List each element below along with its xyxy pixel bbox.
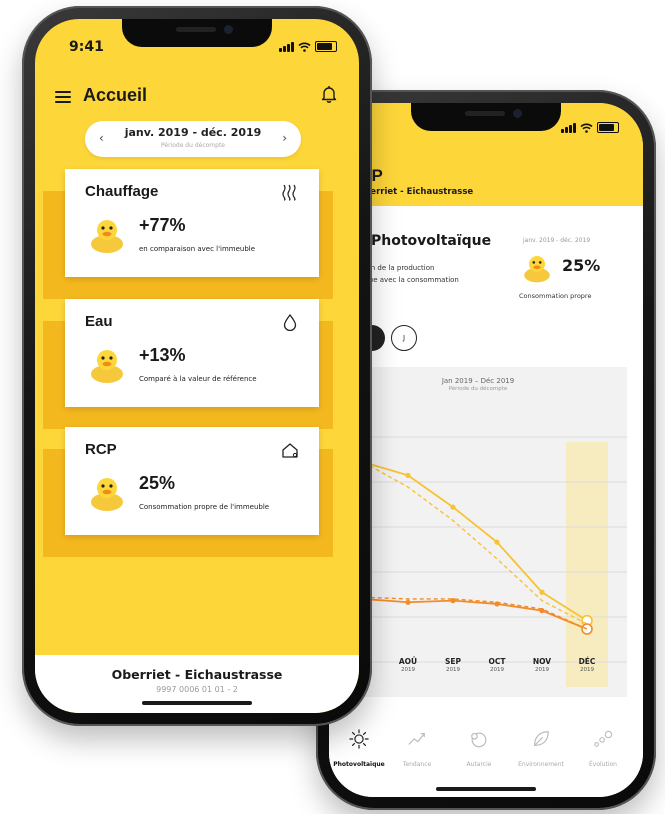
x-tick-month: NOV — [532, 657, 552, 666]
house-plug-icon — [282, 443, 298, 458]
property-id: 9997 0006 01 01 - 2 — [156, 685, 238, 694]
card-eau[interactable]: Eau +13% Comparé à la valeur de référenc… — [65, 299, 319, 407]
duck-icon — [524, 256, 550, 283]
data-point[interactable] — [581, 623, 593, 635]
x-tick-month: AOÛ — [398, 657, 418, 666]
period-sublabel: Période du décompte — [161, 142, 225, 149]
wifi-icon — [580, 123, 593, 133]
evolution-icon — [594, 730, 613, 747]
rcp-subtitle: Oberriet - Eichaustrasse — [357, 187, 474, 197]
property-name: Oberriet - Eichaustrasse — [111, 667, 283, 682]
card-title: Chauffage — [85, 183, 159, 200]
nav-label: Autarcie — [466, 761, 492, 768]
card-value: +77% — [139, 215, 186, 235]
bell-icon[interactable] — [321, 85, 337, 103]
photovoltaic-title: Photovoltaïque — [371, 233, 492, 249]
wifi-icon — [298, 42, 311, 52]
x-tick-month: OCT — [488, 657, 506, 666]
card-value: 25% — [139, 473, 176, 493]
photovoltaic-value: 25% — [562, 256, 601, 275]
signal-icon — [561, 123, 576, 133]
duck-icon — [91, 478, 123, 511]
x-tick-label: DÉC 2019 — [567, 657, 607, 673]
nav-label: Tendance — [402, 761, 432, 768]
nav-label: Environnement — [518, 761, 564, 768]
bottom-nav: Photovoltaïque Tendance Autarcie Environ… — [329, 721, 643, 797]
card-subtitle: en comparaison avec l'immeuble — [139, 245, 256, 253]
back-screen: 1 RCP Oberriet - Eichaustrasse — [329, 103, 643, 797]
chart-plot — [329, 436, 627, 687]
chevron-right-icon[interactable]: › — [282, 131, 287, 145]
card-rcp[interactable]: RCP 25% Consommation propre de l'immeubl… — [65, 427, 319, 535]
x-tick-label: SEP 2019 — [433, 657, 473, 673]
notch — [122, 19, 272, 47]
data-point[interactable] — [539, 589, 545, 595]
x-tick-label: NOV 2019 — [522, 657, 562, 673]
x-tick-year: 2019 — [580, 667, 594, 673]
data-point[interactable] — [494, 539, 500, 545]
signal-icon — [279, 42, 294, 52]
hamburger-icon[interactable] — [55, 91, 71, 103]
card-subtitle: Consommation propre de l'immeuble — [139, 503, 270, 511]
card-value: +13% — [139, 345, 186, 365]
x-tick-month: SEP — [444, 657, 462, 666]
period-label: janv. 2019 - déc. 2019 — [124, 126, 262, 139]
x-tick-year: 2019 — [490, 667, 504, 673]
leaf-icon — [534, 731, 549, 746]
nav-label: Photovoltaïque — [333, 761, 385, 768]
period-selector[interactable]: ‹ janv. 2019 - déc. 2019 Période du déco… — [85, 121, 301, 157]
x-tick-year: 2019 — [535, 667, 549, 673]
photovoltaic-value-label: Consommation propre — [519, 292, 592, 300]
phone-front: 9:41 Accueil ‹ janv. 2019 - déc. 2019 Pé… — [22, 6, 372, 726]
data-point[interactable] — [405, 472, 411, 478]
photovoltaic-period: janv. 2019 - déc. 2019 — [523, 237, 591, 244]
duck-icon — [91, 350, 123, 383]
autarky-icon — [471, 732, 487, 748]
toggle-day[interactable]: J — [391, 325, 417, 351]
property-footer[interactable]: Oberriet - Eichaustrasse 9997 0006 01 01… — [35, 655, 359, 713]
home-indicator[interactable] — [142, 701, 252, 705]
battery-icon — [315, 41, 337, 52]
nav-autarcie[interactable]: Autarcie — [449, 729, 509, 768]
home-indicator[interactable] — [436, 787, 536, 791]
card-subtitle: Comparé à la valeur de référence — [139, 375, 257, 383]
nav-photovoltaique[interactable]: Photovoltaïque — [329, 729, 389, 768]
data-point[interactable] — [405, 599, 411, 605]
nav-environnement[interactable]: Environnement — [511, 729, 571, 768]
front-screen: 9:41 Accueil ‹ janv. 2019 - déc. 2019 Pé… — [35, 19, 359, 713]
nav-tendance[interactable]: Tendance — [387, 729, 447, 768]
x-tick-label: OCT 2019 — [477, 657, 517, 673]
heat-icon — [282, 184, 296, 201]
consumption-chart: Jan 2019 – Déc 2019 Période du décompte … — [329, 367, 627, 697]
x-tick-label: AOÛ 2019 — [388, 657, 428, 673]
page-title: Accueil — [83, 85, 148, 105]
duck-icon — [91, 220, 123, 253]
card-title: RCP — [85, 441, 117, 458]
status-time: 9:41 — [69, 39, 104, 55]
water-drop-icon — [283, 313, 297, 331]
highlight-column — [566, 442, 608, 687]
status-icons — [561, 122, 619, 133]
x-tick-year: 2019 — [446, 667, 460, 673]
x-tick-month: DÉC — [578, 657, 596, 666]
trend-icon — [408, 732, 425, 745]
x-tick-year: 2019 — [401, 667, 415, 673]
sun-icon — [349, 729, 369, 749]
card-title: Eau — [85, 313, 113, 330]
battery-icon — [597, 122, 619, 133]
card-chauffage[interactable]: Chauffage +77% en comparaison avec l'imm… — [65, 169, 319, 277]
data-point[interactable] — [450, 504, 456, 510]
notch — [411, 103, 561, 131]
nav-evolution[interactable]: Évolution — [573, 729, 633, 768]
nav-label: Évolution — [589, 761, 617, 768]
status-icons — [279, 41, 337, 52]
